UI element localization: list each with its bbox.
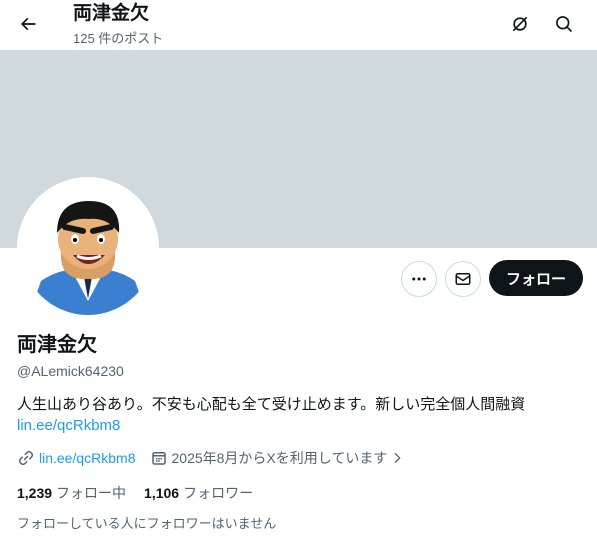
following-stat[interactable]: 1,239 フォロー中 <box>17 483 126 503</box>
joined-item[interactable]: 2025年8月からXを利用しています <box>150 448 410 468</box>
profile-handle: @ALemick64230 <box>17 363 124 379</box>
following-count: 1,239 <box>17 485 53 501</box>
follow-button[interactable]: フォロー <box>489 260 583 296</box>
profile-name: 両津金欠 <box>17 334 97 356</box>
profile-meta: lin.ee/qcRkbm8 2025年8月からXを利用しています <box>17 448 409 468</box>
message-button[interactable] <box>445 261 481 297</box>
top-bar: 両津金欠 125 件のポスト <box>0 0 597 50</box>
followers-count: 1,106 <box>144 485 180 501</box>
avatar-illustration <box>21 181 155 315</box>
bio-text: 人生山あり谷あり。不安も心配も全て受け止めます。新しい完全個人間融資 <box>17 396 526 413</box>
website-item: lin.ee/qcRkbm8 <box>17 449 136 467</box>
search-button[interactable] <box>547 7 581 41</box>
link-icon <box>18 450 34 466</box>
chevron-right-icon <box>394 452 401 464</box>
followers-you-know-note: フォローしている人にフォロワーはいません <box>17 516 277 531</box>
profile-stats: 1,239 フォロー中 1,106 フォロワー <box>17 483 253 503</box>
back-button[interactable] <box>11 7 45 41</box>
joined-date: 2025年8月からXを利用しています <box>171 450 388 466</box>
envelope-icon <box>455 273 471 285</box>
website-link[interactable]: lin.ee/qcRkbm8 <box>39 450 136 466</box>
grok-icon <box>512 16 528 32</box>
header-title: 両津金欠 <box>73 3 150 24</box>
more-button[interactable] <box>401 261 437 297</box>
header-title-block: 両津金欠 125 件のポスト <box>73 2 163 48</box>
avatar[interactable] <box>17 177 159 319</box>
search-icon <box>556 16 573 33</box>
more-dots-icon <box>412 277 426 281</box>
profile-bio: 人生山あり谷あり。不安も心配も全て受け止めます。新しい完全個人間融資 lin.ee… <box>17 394 537 436</box>
grok-button[interactable] <box>503 7 537 41</box>
arrow-left-icon <box>20 17 36 31</box>
followers-label: フォロワー <box>183 485 254 501</box>
following-label: フォロー中 <box>56 485 127 501</box>
calendar-icon <box>151 452 166 465</box>
bio-link[interactable]: lin.ee/qcRkbm8 <box>17 417 120 434</box>
followers-stat[interactable]: 1,106 フォロワー <box>144 483 253 503</box>
post-count: 125 件のポスト <box>73 31 164 46</box>
